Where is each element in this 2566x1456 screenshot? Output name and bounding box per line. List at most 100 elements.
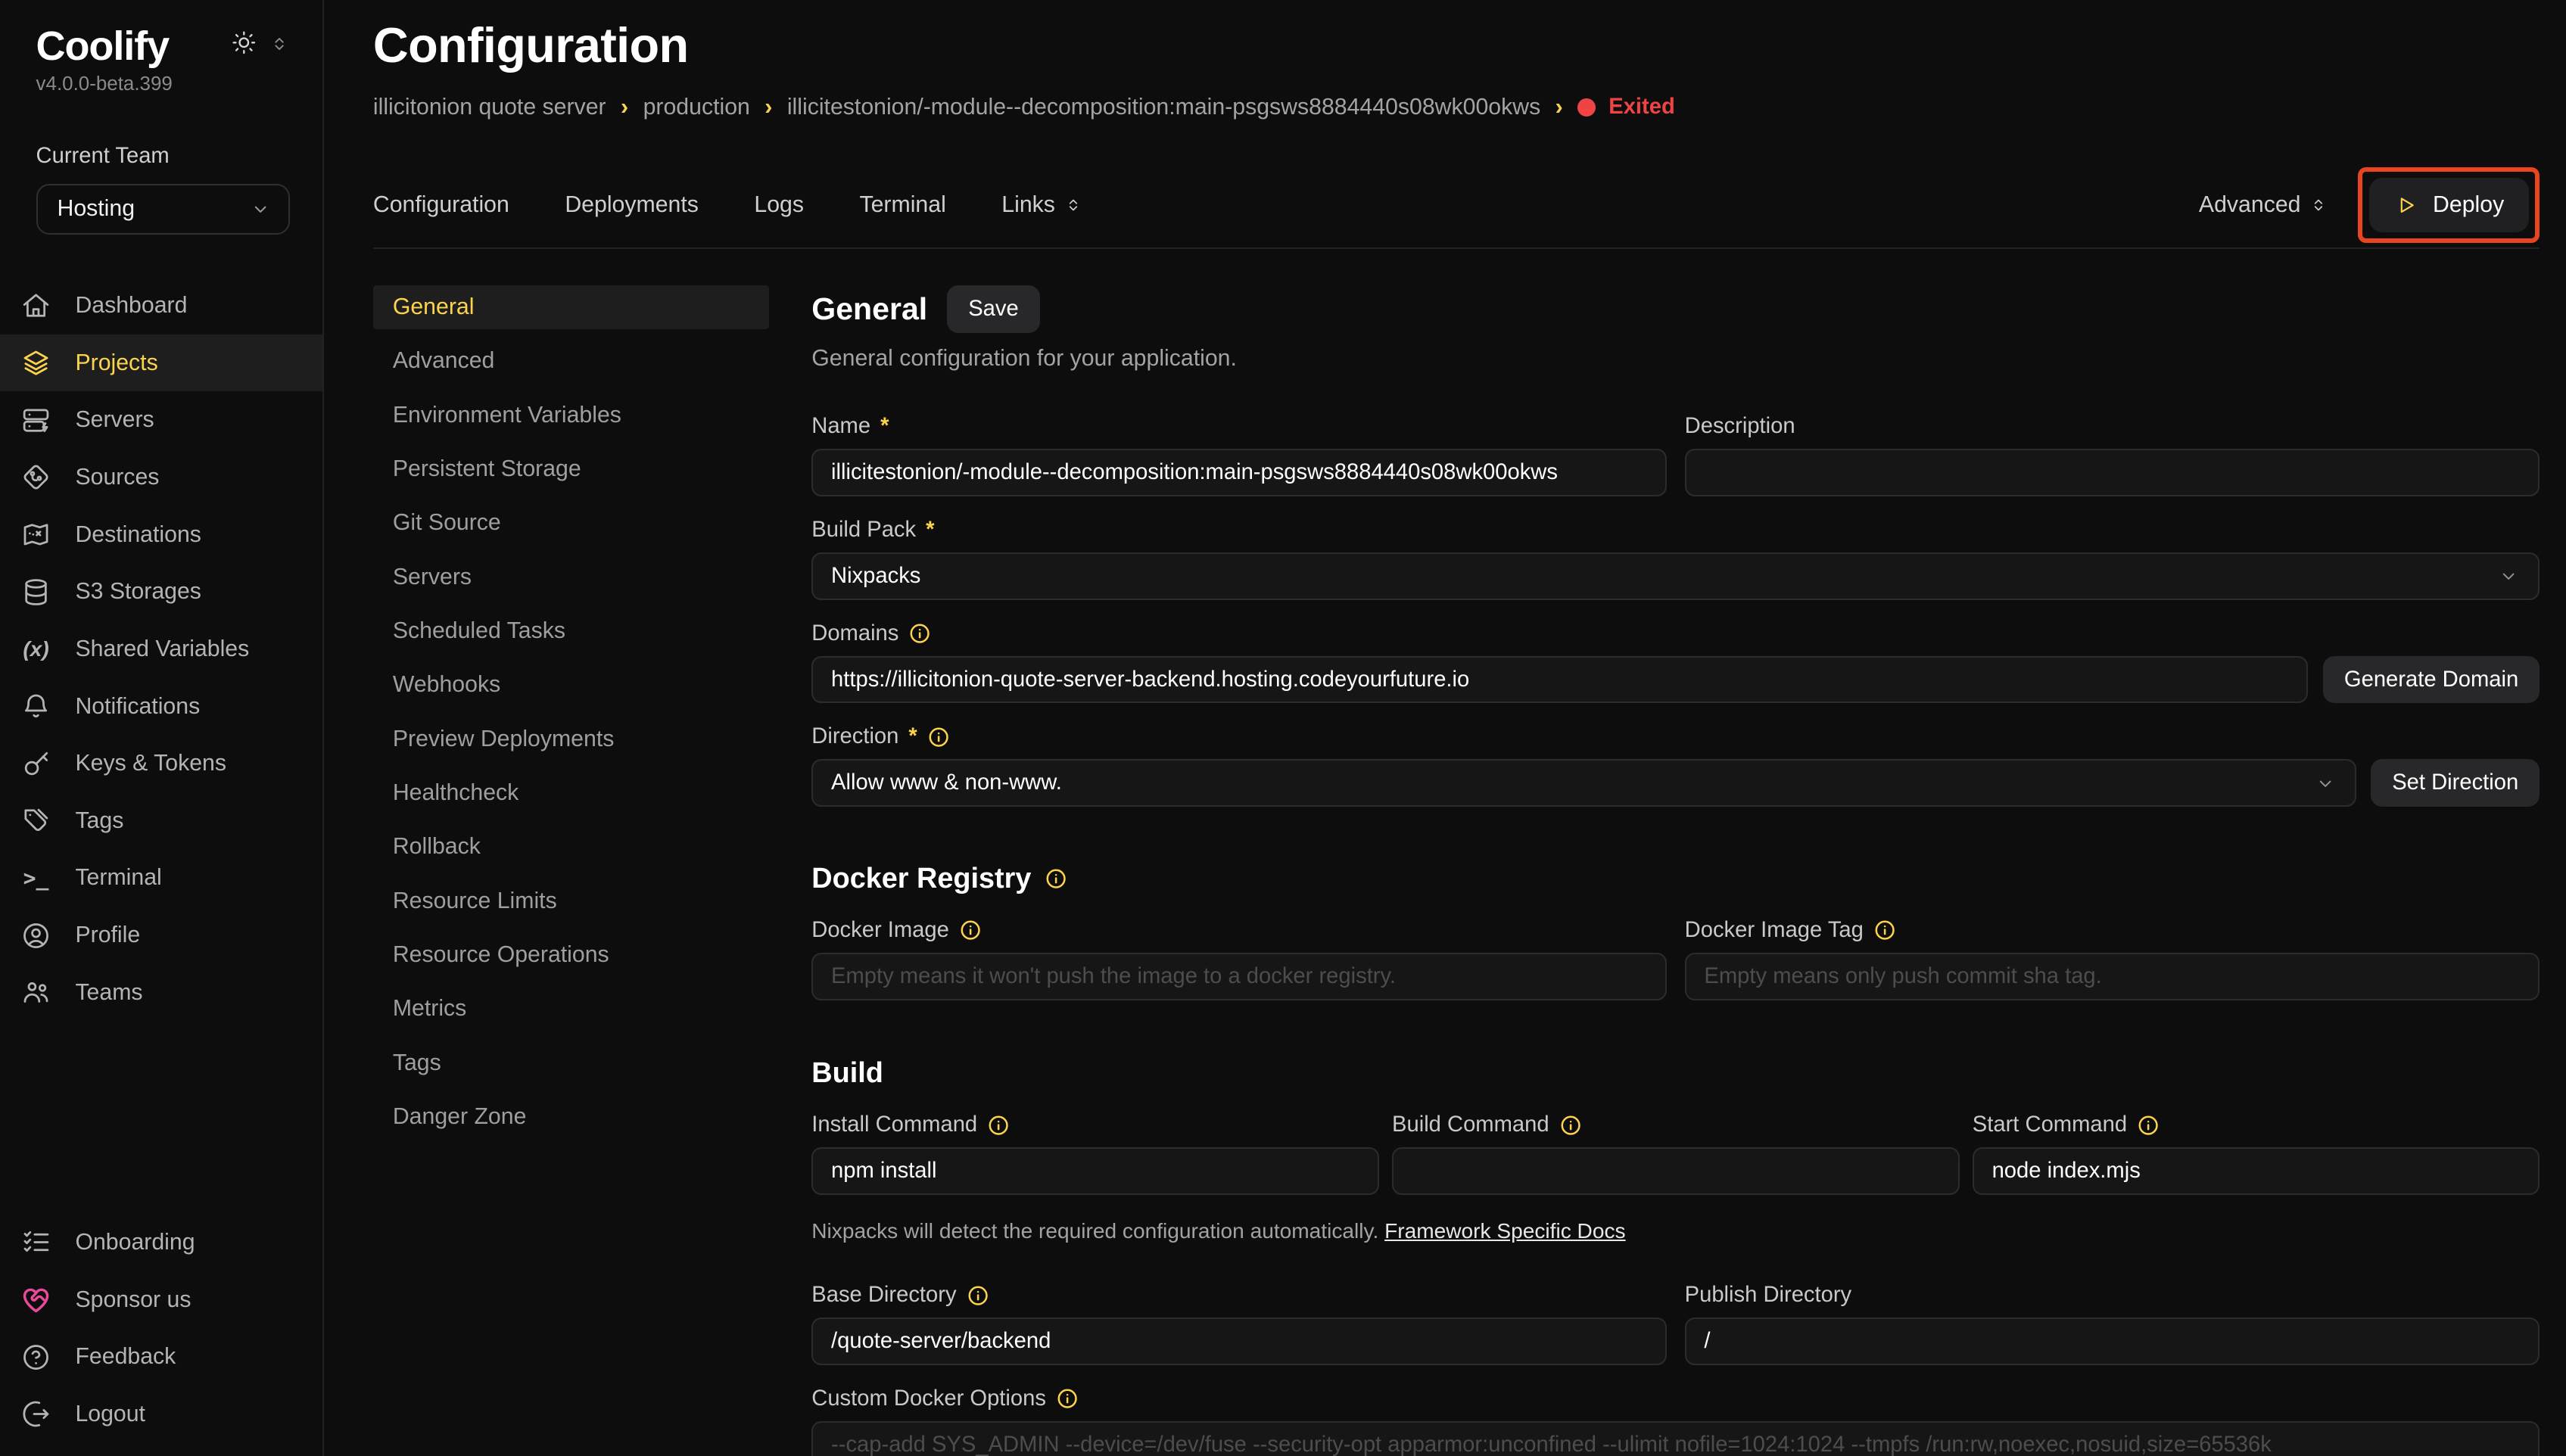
subnav-servers[interactable]: Servers: [373, 555, 769, 599]
server-icon: [20, 404, 52, 437]
subnav-metrics[interactable]: Metrics: [373, 987, 769, 1031]
deploy-annotation-box: Deploy: [2358, 167, 2540, 244]
sidebar-item-sponsor-us[interactable]: Sponsor us: [0, 1271, 322, 1329]
tab-terminal[interactable]: Terminal: [859, 192, 945, 218]
page-title: Configuration: [373, 17, 2540, 73]
tab-configuration[interactable]: Configuration: [373, 192, 509, 218]
general-settings-form: General Save General configuration for y…: [769, 285, 2540, 1456]
layers-icon: [20, 347, 52, 379]
nixpacks-note: Nixpacks will detect the required config…: [811, 1219, 2540, 1243]
subnav-resource-limits[interactable]: Resource Limits: [373, 879, 769, 923]
docker-registry-title: Docker Registry: [811, 863, 1031, 895]
sidebar-item-logout[interactable]: Logout: [0, 1386, 322, 1443]
team-select-value: Hosting: [57, 196, 135, 222]
breadcrumb-application[interactable]: illicitestonion/-module--decomposition:m…: [787, 95, 1540, 120]
sidebar-item-destinations[interactable]: Destinations: [0, 506, 322, 564]
chevron-right-icon: ›: [1555, 95, 1563, 120]
sidebar-item-onboarding[interactable]: Onboarding: [0, 1214, 322, 1271]
generate-domain-button[interactable]: Generate Domain: [2323, 656, 2540, 704]
chevron-right-icon: ›: [621, 95, 628, 120]
sidebar-item-dashboard[interactable]: Dashboard: [0, 277, 322, 334]
tabs-row: Configuration Deployments Logs Terminal …: [373, 166, 2540, 244]
sidebar-item-servers[interactable]: Servers: [0, 391, 322, 449]
subnav-resource-operations[interactable]: Resource Operations: [373, 933, 769, 977]
team-select[interactable]: Hosting: [36, 184, 290, 235]
sidebar-item-notifications[interactable]: Notifications: [0, 678, 322, 736]
sidebar-item-shared-variables[interactable]: (x) Shared Variables: [0, 621, 322, 678]
info-icon[interactable]: [1045, 867, 1067, 890]
info-icon[interactable]: [908, 622, 931, 645]
info-icon[interactable]: [959, 919, 982, 941]
chevrons-up-down-icon: [269, 32, 290, 61]
build-command-input[interactable]: [1392, 1147, 1959, 1195]
user-circle-icon: [20, 919, 52, 952]
name-input[interactable]: [811, 449, 1667, 496]
subnav-scheduled-tasks[interactable]: Scheduled Tasks: [373, 609, 769, 653]
sidebar-item-tags[interactable]: Tags: [0, 792, 322, 850]
app-logo[interactable]: Coolify: [36, 23, 170, 70]
info-icon[interactable]: [1559, 1114, 1582, 1137]
deploy-button[interactable]: Deploy: [2369, 178, 2529, 232]
info-icon[interactable]: [2137, 1114, 2160, 1137]
description-input[interactable]: [1685, 449, 2540, 496]
sidebar-item-sources[interactable]: Sources: [0, 449, 322, 506]
tab-links[interactable]: Links: [1001, 192, 1082, 218]
users-icon: [20, 976, 52, 1009]
sidebar-item-profile[interactable]: Profile: [0, 907, 322, 964]
sidebar: Coolify v4.0.0-beta.399 Current Team Hos…: [0, 0, 324, 1456]
checklist-icon: [20, 1226, 52, 1258]
sidebar-item-feedback[interactable]: Feedback: [0, 1328, 322, 1386]
domains-input[interactable]: [811, 656, 2308, 704]
publish-directory-input[interactable]: [1685, 1318, 2540, 1365]
info-icon[interactable]: [1873, 919, 1896, 941]
docker-image-tag-input[interactable]: [1685, 953, 2540, 1000]
tab-logs[interactable]: Logs: [754, 192, 804, 218]
info-icon[interactable]: [987, 1114, 1010, 1137]
key-icon: [20, 748, 52, 780]
chevrons-up-down-icon: [1063, 195, 1083, 215]
subnav-danger-zone[interactable]: Danger Zone: [373, 1095, 769, 1139]
install-command-input[interactable]: [811, 1147, 1378, 1195]
breadcrumb-project[interactable]: illicitonion quote server: [373, 95, 606, 120]
subnav-persistent-storage[interactable]: Persistent Storage: [373, 447, 769, 491]
info-icon[interactable]: [927, 726, 950, 748]
start-command-input[interactable]: [1973, 1147, 2540, 1195]
sidebar-item-keys-tokens[interactable]: Keys & Tokens: [0, 735, 322, 792]
subnav-healthcheck[interactable]: Healthcheck: [373, 771, 769, 815]
sidebar-item-terminal[interactable]: >_ Terminal: [0, 850, 322, 907]
breadcrumb: illicitonion quote server › production ›…: [373, 95, 2540, 120]
save-button[interactable]: Save: [947, 285, 1040, 333]
build-pack-select[interactable]: Nixpacks: [811, 552, 2540, 600]
map-icon: [20, 518, 52, 551]
base-directory-input[interactable]: [811, 1318, 1667, 1365]
chevron-right-icon: ›: [765, 95, 772, 120]
docker-image-input[interactable]: [811, 953, 1667, 1000]
direction-select[interactable]: Allow www & non-www.: [811, 759, 2356, 807]
info-icon[interactable]: [967, 1284, 989, 1307]
tab-deployments[interactable]: Deployments: [565, 192, 699, 218]
subnav-preview-deployments[interactable]: Preview Deployments: [373, 717, 769, 761]
subnav-general[interactable]: General: [373, 285, 769, 329]
custom-docker-options-input[interactable]: [811, 1421, 2540, 1456]
sidebar-item-projects[interactable]: Projects: [0, 334, 322, 392]
info-icon[interactable]: [1056, 1387, 1079, 1410]
heart-handshake-icon: [20, 1283, 52, 1316]
subnav-rollback[interactable]: Rollback: [373, 825, 769, 869]
tag-icon: [20, 804, 52, 837]
logout-icon: [20, 1398, 52, 1430]
advanced-dropdown[interactable]: Advanced: [2199, 192, 2328, 218]
subnav-advanced[interactable]: Advanced: [373, 339, 769, 383]
set-direction-button[interactable]: Set Direction: [2371, 759, 2540, 807]
subnav-git-source[interactable]: Git Source: [373, 501, 769, 545]
subnav-tags[interactable]: Tags: [373, 1041, 769, 1085]
sidebar-item-s3-storages[interactable]: S3 Storages: [0, 563, 322, 621]
subnav-environment-variables[interactable]: Environment Variables: [373, 394, 769, 437]
subnav-webhooks[interactable]: Webhooks: [373, 663, 769, 707]
chevron-down-icon: [2497, 565, 2520, 587]
bell-icon: [20, 690, 52, 723]
framework-docs-link[interactable]: Framework Specific Docs: [1384, 1219, 1625, 1243]
sidebar-item-teams[interactable]: Teams: [0, 964, 322, 1022]
theme-switcher[interactable]: [231, 30, 290, 63]
breadcrumb-environment[interactable]: production: [643, 95, 750, 120]
chevrons-up-down-icon: [2309, 195, 2328, 215]
